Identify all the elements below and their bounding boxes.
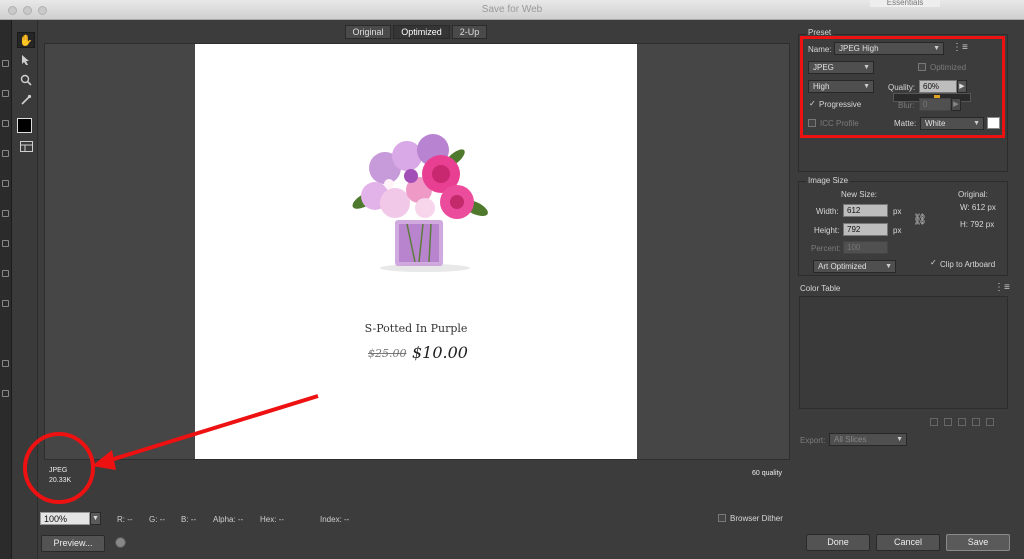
eyedropper-color-swatch[interactable] — [17, 118, 32, 133]
browser-globe-icon[interactable] — [115, 537, 126, 548]
hand-tool-icon[interactable]: ✋ — [17, 32, 35, 48]
new-color-icon[interactable] — [972, 418, 980, 426]
old-price: $25.00 — [368, 347, 407, 360]
slice-select-tool-icon[interactable] — [17, 52, 35, 68]
height-label: Height: — [814, 226, 840, 235]
format-readout: JPEG — [49, 467, 68, 474]
width-unit: px — [893, 207, 902, 216]
zoom-level-input[interactable]: 100% — [40, 512, 90, 525]
color-table-area[interactable] — [799, 296, 1008, 409]
original-height: H: 792 px — [960, 220, 995, 229]
zoom-tool-icon[interactable] — [17, 72, 35, 88]
tool-icon[interactable] — [2, 300, 9, 307]
tab-optimized[interactable]: Optimized — [393, 25, 450, 39]
quality-readout: 60 quality — [752, 470, 782, 477]
resample-value: Art Optimized — [818, 262, 867, 271]
zoom-dropdown-icon[interactable]: ▼ — [90, 512, 101, 525]
index-readout: Index: -- — [320, 515, 350, 524]
original-size-label: Original: — [958, 190, 988, 199]
width-input[interactable]: 612 — [843, 204, 888, 217]
file-size-readout: 20.33K — [49, 477, 72, 484]
height-unit: px — [893, 226, 902, 235]
cancel-button[interactable]: Cancel — [876, 534, 940, 551]
width-label: Width: — [816, 207, 839, 216]
annotation-highlight-box — [800, 36, 1005, 138]
tab-2-up[interactable]: 2-Up — [452, 25, 487, 39]
sale-price: $10.00 — [412, 343, 468, 362]
eyedropper-tool-icon[interactable] — [17, 92, 35, 108]
tool-icon[interactable] — [2, 120, 9, 127]
tool-icon[interactable] — [2, 240, 9, 247]
tool-icon[interactable] — [2, 90, 9, 97]
percent-label: Percent: — [811, 244, 841, 253]
product-name: S-Potted In Purple — [364, 322, 468, 335]
color-table-menu-icon[interactable]: ⋮≡ — [994, 282, 1010, 293]
alpha-readout: Alpha: -- — [213, 515, 244, 524]
color-table-section-title: Color Table — [800, 284, 841, 293]
map-color-icon[interactable] — [930, 418, 938, 426]
height-input[interactable]: 792 — [843, 223, 888, 236]
clip-to-artboard-check-icon[interactable]: ✓ — [930, 258, 937, 267]
tool-icon[interactable] — [2, 60, 9, 67]
product-image — [352, 134, 488, 272]
browser-dither-checkbox[interactable] — [718, 514, 726, 522]
tools-panel: ✋ — [12, 20, 38, 559]
tab-original[interactable]: Original — [345, 25, 391, 39]
tool-icon[interactable] — [2, 360, 9, 367]
delete-color-icon[interactable] — [986, 418, 994, 426]
tool-icon[interactable] — [2, 210, 9, 217]
resample-quality-dropdown[interactable]: Art Optimized ▼ — [813, 260, 896, 273]
tool-icon[interactable] — [2, 180, 9, 187]
workspace-tab[interactable]: Essentials — [870, 0, 940, 7]
web-shift-icon[interactable] — [944, 418, 952, 426]
save-button[interactable]: Save — [946, 534, 1010, 551]
blue-readout: B: -- — [181, 515, 197, 524]
hex-readout: Hex: -- — [260, 515, 284, 524]
toggle-slices-visibility-icon[interactable] — [17, 138, 35, 154]
new-size-label: New Size: — [841, 190, 878, 199]
lock-color-icon[interactable] — [958, 418, 966, 426]
browser-dither-label: Browser Dither — [730, 514, 783, 523]
constrain-proportions-link-icon[interactable]: ⛓ — [913, 213, 927, 226]
tool-icon[interactable] — [2, 270, 9, 277]
done-button[interactable]: Done — [806, 534, 870, 551]
window-titlebar: Save for Web Essentials — [0, 0, 1024, 20]
red-readout: R: -- — [117, 515, 133, 524]
background-app-toolbar — [0, 20, 12, 559]
tool-icon[interactable] — [2, 390, 9, 397]
green-readout: G: -- — [149, 515, 165, 524]
export-dropdown[interactable]: All Slices ▼ — [829, 433, 907, 446]
export-label: Export: — [800, 436, 826, 445]
color-table-toolbar — [930, 418, 994, 426]
percent-input[interactable]: 100 — [843, 241, 888, 254]
image-size-section-title: Image Size — [806, 176, 851, 185]
original-width: W: 612 px — [960, 203, 996, 212]
preview-button[interactable]: Preview... — [41, 535, 105, 552]
clip-to-artboard-label: Clip to Artboard — [940, 260, 996, 269]
export-value: All Slices — [834, 435, 867, 444]
tool-icon[interactable] — [2, 150, 9, 157]
